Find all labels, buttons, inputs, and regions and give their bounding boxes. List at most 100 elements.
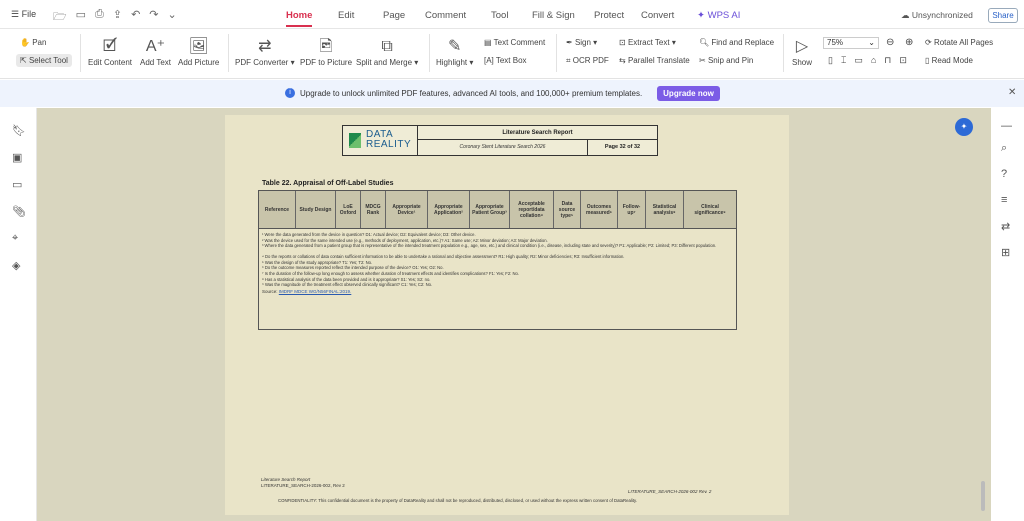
split-merge-button[interactable]: ⧉ Split and Merge ▾ [356,36,418,67]
cursor-icon: ⇱ [20,56,29,65]
text-comment-button[interactable]: ▤ Text Comment [484,38,545,47]
pan-label: Pan [32,38,47,47]
sign-button[interactable]: ✒ Sign ▾ [566,38,597,47]
pdf-converter-button[interactable]: ⇄ PDF Converter ▾ [235,36,295,67]
bookmark-icon[interactable]: 🔖︎ [12,124,26,137]
attachment-icon[interactable]: 📎︎ [12,205,26,218]
find-replace-button[interactable]: 🔍︎ Find and Replace [699,38,774,47]
split-merge-icon: ⧉ [381,38,393,55]
translate-icon: ⇆ [619,56,628,65]
show-button[interactable]: ▷ Show [792,36,812,67]
ocr-pdf-button[interactable]: ⌗ OCR PDF [566,56,609,66]
page-number: Page 32 of 32 [604,144,641,150]
right-sidebar: — ⌕ ? ≡ ⇄ ⊞ [991,108,1024,521]
add-picture-button[interactable]: 🖼 Add Picture [178,36,219,67]
show-label: Show [792,58,813,67]
tab-home[interactable]: Home [286,10,312,21]
document-canvas[interactable]: DATA REALITY Literature Search Report Cor… [37,108,991,521]
pdf-to-picture-label: PDF to Picture [300,58,353,67]
comment-icon[interactable]: ▭ [12,178,22,191]
close-icon[interactable]: ✕ [1008,87,1016,98]
snip-pin-button[interactable]: ✂ Snip and Pin [699,56,753,65]
sparkle-icon: ✦ [697,10,708,21]
tab-tool[interactable]: Tool [491,10,508,21]
left-sidebar: 🔖︎ ▣ ▭ 📎︎ ⌖ ◈ [0,108,37,521]
table-header-cell: LoE Oxford [336,191,361,228]
text-box-button[interactable]: [A] Text Box [484,56,527,65]
pdf-to-picture-icon: 🖻 [319,38,333,55]
tab-edit[interactable]: Edit [338,10,354,21]
table-footnotes: ¹ Were the data generated from the devic… [258,229,737,330]
signature-icon[interactable]: ⌖ [12,232,18,245]
upgrade-banner: i Upgrade to unlock unlimited PDF featur… [0,80,1024,107]
layers-icon[interactable]: ◈ [12,259,20,272]
save-icon[interactable]: ▭ [76,8,86,27]
share-button[interactable]: Share [988,8,1018,23]
ribbon-divider [429,34,430,72]
view-tools-icons[interactable]: ▯⌶▭⌂⊓⊡ [828,55,915,66]
parallel-translate-button[interactable]: ⇆ Parallel Translate [619,56,690,65]
collapse-icon[interactable]: — [1001,120,1012,132]
highlight-label: Highlight [436,58,468,67]
chevron-down-icon: ⌄ [868,38,875,47]
sync-status-label: Unsynchronized [911,10,973,20]
tab-protect[interactable]: Protect [594,10,624,21]
banner-message: Upgrade to unlock unlimited PDF features… [300,89,643,98]
zoom-out-icon[interactable]: ⊖ [886,37,894,48]
pdf-page: DATA REALITY Literature Search Report Cor… [225,115,789,515]
footer-doc-title: Literature Search Report [261,477,311,482]
thumbnails-icon[interactable]: ▣ [12,151,22,164]
highlight-button[interactable]: ✎ Highlight ▾ [436,36,473,67]
settings-sliders-icon[interactable]: ≡ [1001,194,1007,206]
chevron-down-icon[interactable]: ⌄ [168,8,177,27]
export-icon[interactable]: ⇪ [113,8,122,27]
ai-assistant-icon[interactable]: ✦ [955,118,973,136]
select-tool[interactable]: ⇱ Select Tool [16,54,72,67]
add-text-button[interactable]: A⁺ Add Text [140,36,171,67]
logo-text: DATA REALITY [366,129,412,150]
tab-page[interactable]: Page [383,10,405,21]
redo-icon[interactable]: ↷ [149,8,158,27]
open-icon[interactable]: 🗁 [53,8,67,27]
extract-text-label: Extract Text [627,38,670,47]
help-icon[interactable]: ? [1001,168,1007,180]
edit-content-label: Edit Content [88,58,133,67]
hand-icon: ✋ [20,38,33,47]
source-link[interactable]: IMDRF MDCE WG/N56FINAL:2019. [279,289,352,294]
scrollbar-thumb[interactable] [981,481,985,511]
snip-pin-label: Snip and Pin [707,56,754,65]
read-mode-button[interactable]: ▯ Read Mode [925,56,973,65]
table-header-cell: Appropriate Device¹ [386,191,428,228]
translate-panel-icon[interactable]: ⇄ [1001,220,1010,233]
zoom-in-icon[interactable]: ⊕ [905,37,913,48]
upgrade-now-button[interactable]: Upgrade now [657,86,720,101]
file-menu-label: File [21,9,37,19]
tab-convert[interactable]: Convert [641,10,674,21]
tab-comment[interactable]: Comment [425,10,466,21]
sync-status[interactable]: ☁ Unsynchronized [901,10,973,21]
apps-icon[interactable]: ⊞ [1001,246,1010,259]
extract-text-button[interactable]: ⊡ Extract Text ▾ [619,38,676,47]
footer-doc-ref: LITERATURE_SEARCH-2026-002 Rev. 2 [628,489,712,494]
book-icon: ▯ [925,56,932,65]
table-header-cell: Outcomes measured⁶ [581,191,618,228]
rotate-all-button[interactable]: ⟳ Rotate All Pages [925,38,993,47]
logo-mark [349,133,361,148]
pen-icon: ✒ [566,38,575,47]
pan-tool[interactable]: ✋ Pan [20,38,46,47]
zoom-select[interactable]: 75% ⌄ [823,37,879,49]
add-text-label: Add Text [140,58,171,67]
tab-fill-sign[interactable]: Fill & Sign [532,10,575,21]
undo-icon[interactable]: ↶ [131,8,140,27]
print-icon[interactable]: ⎙ [95,8,104,27]
file-menu[interactable]: ☰ File [11,9,36,20]
add-picture-icon: 🖼 [188,38,209,55]
text-comment-icon: ▤ [484,38,494,47]
search-icon[interactable]: ⌕ [1001,142,1007,155]
edit-content-button[interactable]: 🗹 Edit Content [88,36,132,67]
highlighter-icon: ✎ [447,38,462,55]
rotate-all-label: Rotate All Pages [933,38,994,47]
tab-wps-ai[interactable]: ✦ WPS AI [697,10,740,21]
pdf-to-picture-button[interactable]: 🖻 PDF to Picture [300,36,352,67]
sign-label: Sign [574,38,591,47]
